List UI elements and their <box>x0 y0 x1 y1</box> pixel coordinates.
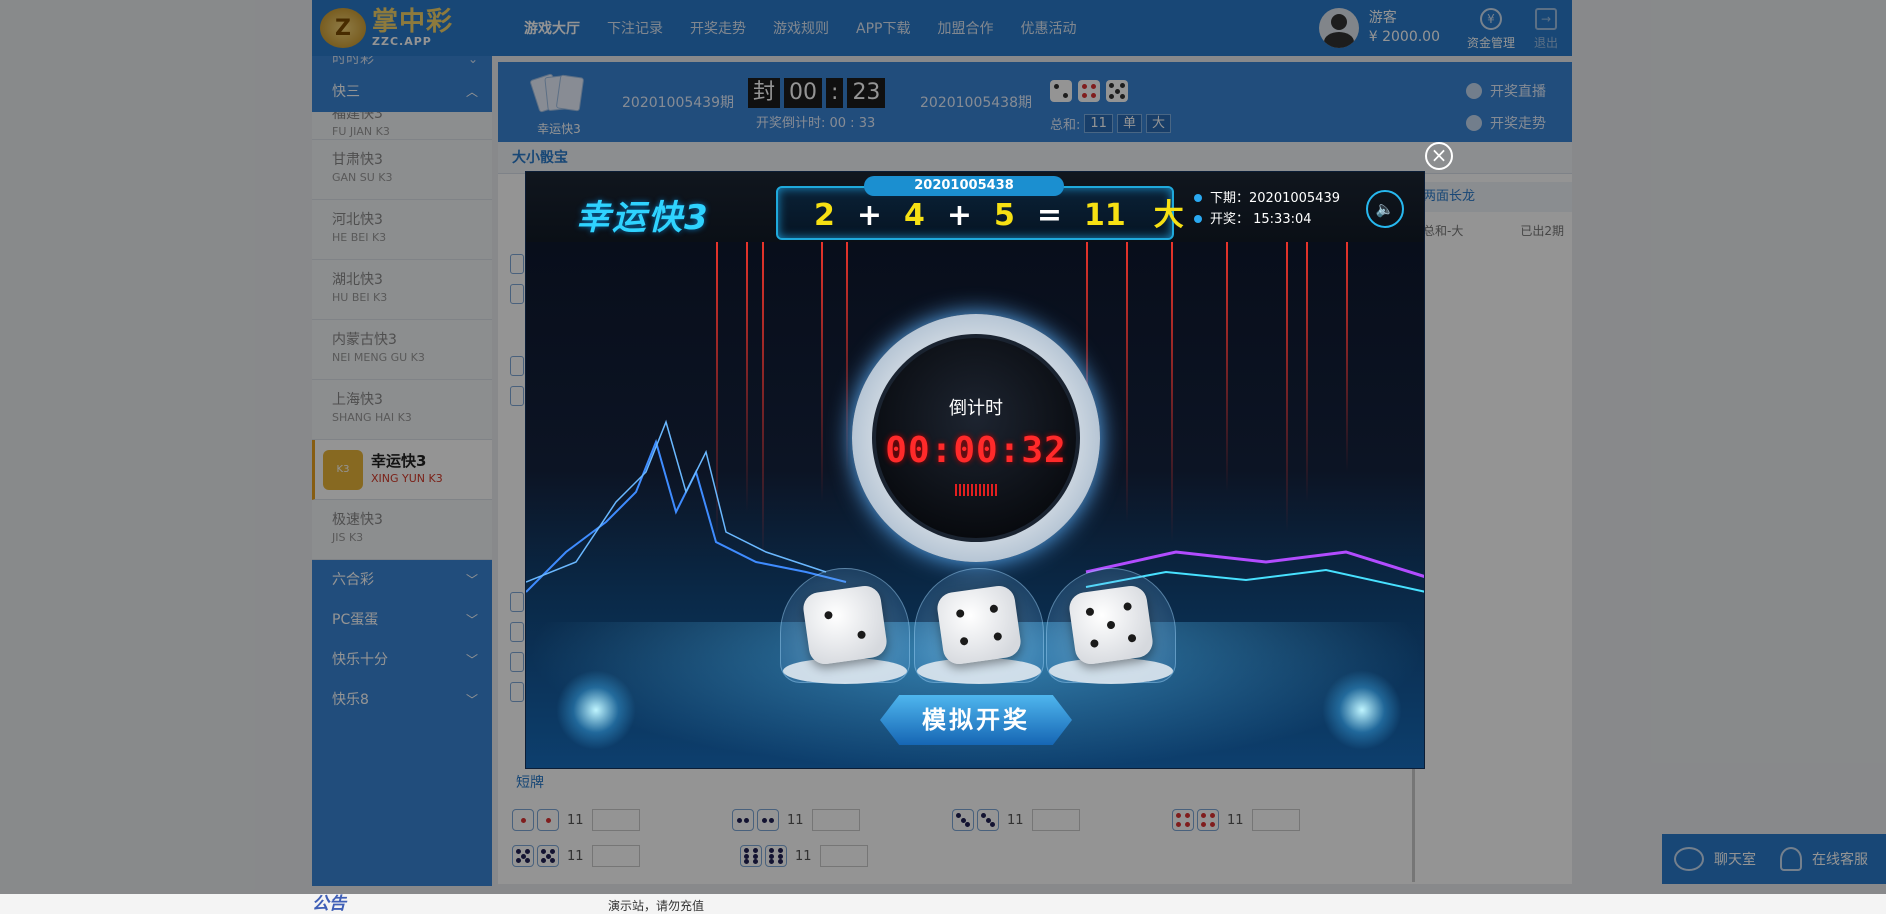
result-die-3: 5 <box>994 198 1015 233</box>
close-icon[interactable]: × <box>1425 142 1453 170</box>
result-die-1: 2 <box>814 198 835 233</box>
draw-time: 开奖： 15:33:04 <box>1194 209 1340 230</box>
stage-light <box>1322 670 1402 750</box>
result-op: + <box>946 198 973 233</box>
stage-light <box>556 670 636 750</box>
dice-5-icon <box>1067 583 1155 667</box>
result-op: + <box>856 198 883 233</box>
simulate-draw-button[interactable]: 模拟开奖 <box>880 695 1072 745</box>
draw-animation-modal: 幸运快3 2 + 4 + 5 = 11 大 20201005438 下期：202… <box>525 171 1425 769</box>
modal-title: 幸运快3 <box>576 198 710 238</box>
result-issue: 20201005438 <box>864 176 1064 196</box>
next-draw-info: 下期：20201005439 开奖： 15:33:04 <box>1194 188 1340 230</box>
countdown-clock: 倒计时 00:00:32 <box>852 314 1100 562</box>
result-expression: 2 + 4 + 5 = 11 大 <box>814 200 1184 232</box>
result-die-2: 4 <box>904 198 925 233</box>
next-issue: 下期：20201005439 <box>1194 188 1340 209</box>
dice-4-icon <box>935 583 1023 667</box>
countdown-ticks <box>955 484 999 496</box>
dice-2-icon <box>801 583 889 667</box>
notice-text: 演示站，请勿充值 <box>608 899 705 913</box>
result-sum: 11 <box>1084 198 1126 233</box>
result-big-small: 大 <box>1153 198 1184 233</box>
notice-footer: 公告 演示站，请勿充值 <box>0 894 1886 914</box>
notice-label: 公告 <box>312 894 346 914</box>
countdown-time: 00:00:32 <box>885 430 1067 471</box>
sound-toggle-icon[interactable]: 🔈 <box>1366 190 1404 228</box>
page: Z 掌中彩 ZZC.APP 游戏大厅 下注记录 开奖走势 游戏规则 APP下载 … <box>0 0 1886 914</box>
result-op: = <box>1036 198 1063 233</box>
countdown-label: 倒计时 <box>949 398 1003 419</box>
